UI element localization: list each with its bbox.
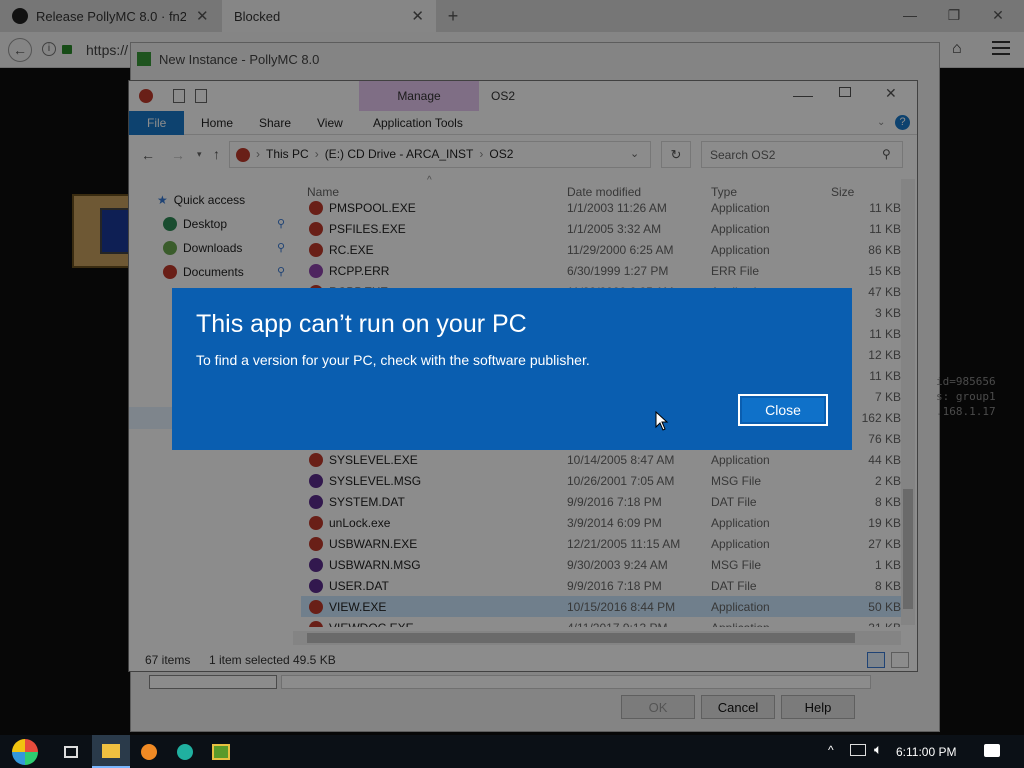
windows-logo-icon — [12, 738, 38, 765]
folder-icon — [102, 743, 120, 758]
clock[interactable]: 6:11:00 PM — [896, 735, 956, 768]
notifications-icon[interactable] — [984, 744, 1000, 757]
pollymc-icon — [212, 743, 230, 760]
taskbar: ^ 🔈︎ 6:11:00 PM — [0, 735, 1024, 768]
blender-icon — [141, 743, 157, 760]
edge-icon — [177, 743, 193, 760]
dialog-heading: This app can’t run on your PC — [196, 310, 527, 338]
task-view-button[interactable] — [52, 735, 90, 768]
close-button[interactable]: Close — [738, 394, 828, 426]
start-button[interactable] — [6, 735, 44, 768]
network-icon[interactable] — [850, 744, 866, 756]
dialog-message: To find a version for your PC, check wit… — [196, 352, 590, 368]
volume-icon[interactable]: 🔈︎ — [874, 741, 882, 758]
task-view-icon — [64, 745, 78, 758]
taskbar-pollymc[interactable] — [202, 735, 240, 768]
taskbar-edge[interactable] — [166, 735, 204, 768]
taskbar-blender[interactable] — [130, 735, 168, 768]
mouse-cursor-icon — [655, 411, 669, 431]
taskbar-file-explorer[interactable] — [92, 735, 130, 768]
chevron-up-icon[interactable]: ^ — [828, 743, 834, 757]
app-blocked-dialog: This app can’t run on your PC To find a … — [172, 288, 852, 450]
